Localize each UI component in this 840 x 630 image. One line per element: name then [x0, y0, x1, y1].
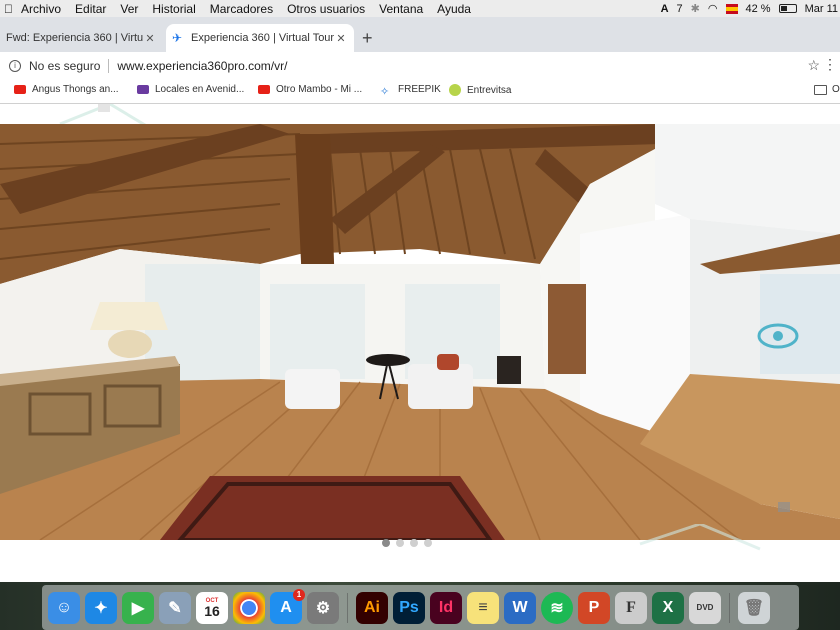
preview-icon[interactable]: ✎: [159, 591, 191, 624]
close-tab-icon[interactable]: ✕: [334, 32, 348, 45]
info-icon[interactable]: i: [9, 59, 21, 72]
finder-icon[interactable]: ☺: [48, 591, 80, 624]
bluetooth-icon[interactable]: ✱: [691, 2, 700, 15]
panorama-image[interactable]: [0, 124, 840, 540]
calendar-icon[interactable]: OCT 16: [196, 591, 228, 624]
bookmark-label: O: [832, 84, 840, 95]
address-divider: [108, 58, 110, 73]
address-bar: i No es seguro www.experiencia360pro.com…: [0, 52, 840, 79]
appstore-badge: 1: [293, 588, 305, 601]
tab-title: Fwd: Experiencia 360 | Virtual: [6, 32, 143, 44]
browser-menu-icon[interactable]: ⋮: [823, 56, 837, 73]
bookmark-label: Otro Mambo - Mi ...: [276, 84, 363, 95]
security-label[interactable]: No es seguro: [29, 59, 100, 73]
new-tab-icon[interactable]: +: [362, 28, 373, 49]
trash-icon[interactable]: 🗑: [738, 591, 770, 624]
powerpoint-icon[interactable]: P: [578, 591, 610, 624]
carousel-dots: [382, 539, 432, 547]
menu-historial[interactable]: Historial: [152, 2, 195, 16]
bookmark-angus[interactable]: Angus Thongs an...: [14, 84, 119, 95]
url-input[interactable]: www.experiencia360pro.com/vr/: [117, 59, 287, 73]
adobe-count: 7: [676, 2, 683, 15]
menu-otros-usuarios[interactable]: Otros usuarios: [287, 2, 365, 16]
dvd-player-icon[interactable]: DVD: [689, 591, 721, 624]
bookmarks-bar: Angus Thongs an... Locales en Avenid... …: [0, 79, 840, 104]
bookmark-label: Angus Thongs an...: [32, 84, 119, 95]
clock[interactable]: Mar 11: [805, 3, 838, 15]
bookmark-other-folder[interactable]: O: [814, 84, 840, 95]
dock: ☺ ✦ ▶ ✎ OCT 16 A 1 ⚙ Ai Ps Id ≡ W ≋ P F …: [42, 585, 799, 630]
excel-icon[interactable]: X: [652, 591, 684, 624]
tab-strip: Fwd: Experiencia 360 | Virtual ✕ ✈ Exper…: [0, 17, 840, 52]
close-tab-icon[interactable]: ✕: [143, 32, 157, 45]
freepik-icon: ✧: [380, 86, 390, 98]
battery-percent: 42 %: [745, 2, 771, 15]
photoshop-icon[interactable]: Ps: [393, 591, 425, 624]
bookmark-label: FREEPIK: [398, 84, 441, 95]
entrevitsa-icon: [449, 84, 461, 96]
system-preferences-icon[interactable]: ⚙: [307, 591, 339, 624]
av-icon: [137, 85, 149, 94]
menu-bar:  Archivo Editar Ver Historial Marcadore…: [0, 0, 840, 17]
indesign-icon[interactable]: Id: [430, 591, 462, 624]
tab-title: Experiencia 360 | Virtual Tours: [191, 32, 334, 44]
web-page: [0, 104, 840, 582]
battery-icon[interactable]: [778, 4, 797, 13]
menu-editar[interactable]: Editar: [75, 2, 106, 16]
watermark-logo-bottom: [639, 524, 761, 551]
bookmark-entrevitsa[interactable]: Entrevitsa: [449, 84, 511, 96]
input-source-flag-icon[interactable]: [725, 3, 738, 14]
safari-icon[interactable]: ✦: [85, 591, 117, 624]
bookmark-label: Entrevitsa: [467, 84, 512, 96]
adobe-cc-icon[interactable]: A: [661, 3, 669, 15]
bookmark-locales[interactable]: Locales en Avenid...: [137, 84, 244, 95]
menu-ayuda[interactable]: Ayuda: [437, 2, 471, 16]
wifi-icon[interactable]: ◠: [708, 2, 718, 15]
word-icon[interactable]: W: [504, 591, 536, 624]
carousel-dot[interactable]: [424, 539, 432, 547]
illustrator-icon[interactable]: Ai: [356, 591, 388, 624]
dock-divider: [347, 592, 348, 623]
vr-favicon-icon: ✈: [172, 31, 183, 45]
appstore-icon[interactable]: A 1: [270, 588, 305, 624]
folder-icon: [814, 84, 827, 95]
desktop-background: ☺ ✦ ▶ ✎ OCT 16 A 1 ⚙ Ai Ps Id ≡ W ≋ P F …: [0, 582, 840, 630]
chrome-icon[interactable]: [233, 591, 265, 624]
youtube-icon: [258, 85, 270, 94]
notes-icon[interactable]: ≡: [467, 591, 499, 624]
calendar-day: 16: [204, 602, 220, 619]
tab-experiencia-360[interactable]: ✈ Experiencia 360 | Virtual Tours ✕: [166, 24, 354, 52]
fontbook-icon[interactable]: F: [615, 591, 647, 624]
apple-icon[interactable]: : [4, 2, 14, 16]
menu-ver[interactable]: Ver: [120, 2, 138, 16]
dock-divider: [729, 592, 730, 623]
facetime-icon[interactable]: ▶: [122, 591, 154, 624]
panorama-viewer[interactable]: [0, 124, 840, 540]
youtube-icon: [14, 85, 26, 94]
bookmark-otro-mambo[interactable]: Otro Mambo - Mi ...: [258, 84, 362, 95]
carousel-dot[interactable]: [382, 539, 390, 547]
bookmark-star-icon[interactable]: ☆: [807, 57, 820, 74]
menu-marcadores[interactable]: Marcadores: [210, 2, 273, 16]
menu-archivo[interactable]: Archivo: [21, 2, 61, 16]
menu-ventana[interactable]: Ventana: [379, 2, 423, 16]
status-area: A 7 ✱ ◠ 42 % Mar 11: [661, 0, 838, 17]
carousel-dot[interactable]: [396, 539, 404, 547]
bookmark-label: Locales en Avenid...: [155, 84, 245, 95]
spotify-icon[interactable]: ≋: [541, 591, 573, 624]
tab-fwd-experiencia[interactable]: Fwd: Experiencia 360 | Virtual ✕: [0, 24, 163, 52]
carousel-dot[interactable]: [410, 539, 418, 547]
bookmark-freepik[interactable]: ✧ FREEPIK: [380, 84, 441, 98]
